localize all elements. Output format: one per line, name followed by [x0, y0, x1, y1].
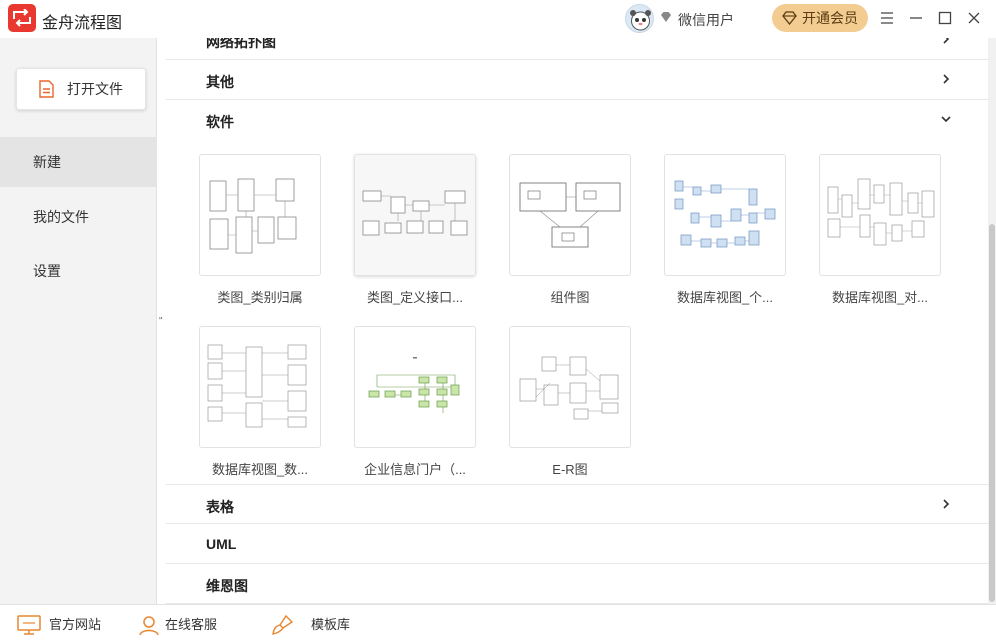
menu-icon[interactable]	[878, 9, 896, 27]
template-label: 数据库视图_个...	[676, 290, 774, 305]
template-label: 组件图	[550, 290, 590, 305]
category-venn[interactable]: 维恩图	[166, 564, 988, 604]
template-card[interactable]: 数据库视图_个...	[664, 154, 788, 306]
monitor-icon	[17, 615, 41, 635]
template-label: 类图_定义接口...	[366, 290, 464, 305]
sidebar: 打开文件 新建 我的文件 设置	[0, 38, 157, 604]
template-label: 类图_类别归属	[217, 290, 303, 305]
portal-flow-thumbnail	[354, 326, 476, 448]
app-title: 金舟流程图	[42, 15, 123, 32]
scrollbar[interactable]	[988, 38, 996, 604]
category-uml[interactable]: UML	[166, 524, 988, 564]
online-support-label: 在线客服	[165, 617, 218, 632]
chevron-right-icon	[943, 74, 950, 84]
app-logo-icon	[8, 4, 36, 32]
avatar[interactable]	[625, 4, 654, 33]
template-card[interactable]: 数据库视图_数...	[199, 326, 323, 478]
brush-icon	[272, 614, 294, 635]
online-support-link[interactable]: 在线客服	[138, 605, 217, 642]
support-agent-icon	[139, 616, 159, 636]
template-library-label: 模板库	[311, 617, 351, 632]
title-bar: 金舟流程图 微信用户 开通会员	[0, 0, 996, 38]
sidebar-item-my-files[interactable]: 我的文件	[0, 192, 157, 242]
class-interface-thumbnail	[354, 154, 476, 276]
official-website-link[interactable]: 官方网站	[16, 605, 101, 642]
template-card[interactable]: E-R图	[509, 326, 633, 478]
sidebar-item-settings[interactable]: 设置	[0, 246, 157, 296]
file-icon	[39, 80, 54, 98]
database-view-thumbnail	[199, 326, 321, 448]
open-file-button[interactable]: 打开文件	[16, 68, 146, 110]
close-icon[interactable]	[965, 9, 983, 27]
category-other[interactable]: 其他	[166, 60, 988, 100]
template-label: 企业信息门户（...	[364, 462, 466, 477]
chevron-down-icon	[941, 116, 951, 123]
diamond-icon	[782, 11, 797, 25]
open-vip-button[interactable]: 开通会员	[772, 4, 868, 32]
minimize-icon[interactable]	[907, 9, 925, 27]
template-label: 数据库视图_对...	[831, 290, 929, 305]
sidebar-item-new[interactable]: 新建	[0, 137, 157, 187]
chevron-right-icon	[943, 499, 950, 509]
open-vip-label: 开通会员	[802, 10, 858, 26]
template-label: E-R图	[552, 462, 588, 477]
category-table[interactable]: 表格	[166, 484, 988, 524]
user-name[interactable]: 微信用户	[678, 10, 734, 30]
component-diagram-thumbnail	[509, 154, 631, 276]
class-diagram-thumbnail	[199, 154, 321, 276]
template-label: 数据库视图_数...	[211, 462, 309, 477]
template-panel: 网络拓扑图 其他 软件 类图_类别归属 类图_定义接口... 组件图 数据库视图…	[166, 38, 988, 604]
vip-diamond-icon	[661, 12, 671, 22]
category-network[interactable]: 网络拓扑图	[166, 38, 988, 60]
template-card[interactable]: 类图_类别归属	[199, 154, 323, 306]
maximize-icon[interactable]	[936, 9, 954, 27]
template-card[interactable]: 数据库视图_对...	[819, 154, 943, 306]
template-card[interactable]: 组件图	[509, 154, 633, 306]
category-software[interactable]: 软件	[166, 100, 988, 140]
chevron-right-icon	[943, 38, 950, 44]
open-file-label: 打开文件	[67, 81, 123, 97]
scrollbar-thumb[interactable]	[989, 224, 995, 602]
bottom-bar: 官方网站 在线客服 模板库	[0, 604, 996, 642]
database-view-thumbnail	[819, 154, 941, 276]
er-diagram-thumbnail	[509, 326, 631, 448]
template-card[interactable]: 类图_定义接口...	[354, 154, 478, 306]
sidebar-collapse-handle[interactable]: "	[159, 316, 163, 327]
template-library-link[interactable]: 模板库	[270, 605, 350, 642]
database-view-thumbnail	[664, 154, 786, 276]
official-website-label: 官方网站	[49, 617, 102, 632]
template-card[interactable]: 企业信息门户（...	[354, 326, 478, 478]
